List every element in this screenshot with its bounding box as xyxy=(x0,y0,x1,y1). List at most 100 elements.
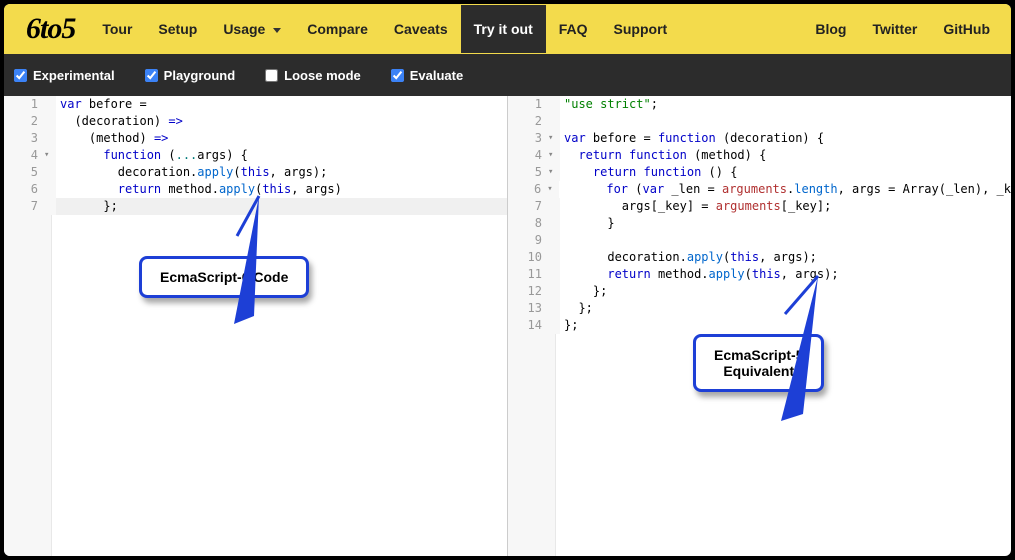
fold-toggle[interactable]: ▾ xyxy=(548,147,560,164)
line-number: 12 xyxy=(508,283,548,300)
line-number: 3 xyxy=(4,130,44,147)
nav-compare[interactable]: Compare xyxy=(294,5,381,53)
code-line[interactable]: 4▾ return function (method) { xyxy=(508,147,1011,164)
option-label: Experimental xyxy=(33,68,115,83)
output-pane[interactable]: 1"use strict";23▾var before = function (… xyxy=(507,96,1011,556)
code-text: return method.apply(this, args) xyxy=(56,181,507,198)
callout-label: Equivalent xyxy=(723,363,794,379)
fold-toggle xyxy=(548,283,560,300)
fold-toggle xyxy=(44,198,56,215)
fold-toggle[interactable]: ▾ xyxy=(548,164,560,181)
code-text xyxy=(560,232,1011,249)
nav-blog[interactable]: Blog xyxy=(802,5,859,53)
line-number: 5 xyxy=(508,164,548,181)
line-number: 5 xyxy=(4,164,44,181)
callout-label: EcmaScript-5 xyxy=(714,347,803,363)
nav-support[interactable]: Support xyxy=(601,5,681,53)
code-text xyxy=(560,113,1011,130)
fold-toggle xyxy=(548,96,560,113)
code-line[interactable]: 1var before = xyxy=(4,96,507,113)
code-text: decoration.apply(this, args); xyxy=(560,249,1011,266)
editor-panes: 1var before =2 (decoration) =>3 (method)… xyxy=(4,96,1011,556)
line-number: 14 xyxy=(508,317,548,334)
nav-usage[interactable]: Usage xyxy=(210,5,294,53)
code-line[interactable]: 2 xyxy=(508,113,1011,130)
line-number: 2 xyxy=(508,113,548,130)
line-number: 6 xyxy=(4,181,44,198)
code-text: function (...args) { xyxy=(56,147,507,164)
input-pane[interactable]: 1var before =2 (decoration) =>3 (method)… xyxy=(4,96,507,556)
code-text: (method) => xyxy=(56,130,507,147)
chevron-down-icon xyxy=(273,28,281,33)
callout-label: EcmaScript-6 Code xyxy=(160,269,288,285)
line-number: 4 xyxy=(508,147,548,164)
fold-toggle xyxy=(548,232,560,249)
code-line[interactable]: 5 decoration.apply(this, args); xyxy=(4,164,507,181)
option-experimental[interactable]: Experimental xyxy=(14,68,115,83)
line-number: 1 xyxy=(508,96,548,113)
fold-toggle xyxy=(548,266,560,283)
fold-toggle xyxy=(44,164,56,181)
fold-toggle xyxy=(44,130,56,147)
code-line[interactable]: 3 (method) => xyxy=(4,130,507,147)
line-number: 9 xyxy=(508,232,548,249)
code-line[interactable]: 3▾var before = function (decoration) { xyxy=(508,130,1011,147)
fold-toggle xyxy=(548,317,560,334)
option-evaluate[interactable]: Evaluate xyxy=(391,68,463,83)
line-number: 8 xyxy=(508,215,548,232)
line-number: 13 xyxy=(508,300,548,317)
code-text: decoration.apply(this, args); xyxy=(56,164,507,181)
code-line[interactable]: 9 xyxy=(508,232,1011,249)
code-line[interactable]: 8 } xyxy=(508,215,1011,232)
line-number: 11 xyxy=(508,266,548,283)
fold-toggle xyxy=(548,215,560,232)
code-line[interactable]: 5▾ return function () { xyxy=(508,164,1011,181)
code-text: args[_key] = arguments[_key]; xyxy=(560,198,1011,215)
fold-toggle xyxy=(548,300,560,317)
line-number: 3 xyxy=(508,130,548,147)
option-label: Playground xyxy=(164,68,236,83)
nav-github[interactable]: GitHub xyxy=(930,5,1003,53)
nav-twitter[interactable]: Twitter xyxy=(859,5,930,53)
line-number: 1 xyxy=(4,96,44,113)
fold-toggle xyxy=(548,249,560,266)
code-text: "use strict"; xyxy=(560,96,1011,113)
line-number: 2 xyxy=(4,113,44,130)
nav-faq[interactable]: FAQ xyxy=(546,5,601,53)
code-line[interactable]: 2 (decoration) => xyxy=(4,113,507,130)
code-text: } xyxy=(560,215,1011,232)
fold-toggle xyxy=(44,181,56,198)
checkbox-evaluate[interactable] xyxy=(391,69,404,82)
code-text: return function (method) { xyxy=(560,147,1011,164)
fold-toggle[interactable]: ▾ xyxy=(547,181,559,198)
fold-toggle[interactable]: ▾ xyxy=(44,147,56,164)
line-number: 6 xyxy=(508,181,547,198)
fold-toggle xyxy=(548,198,560,215)
nav-try-it-out[interactable]: Try it out xyxy=(461,5,546,53)
nav-caveats[interactable]: Caveats xyxy=(381,5,461,53)
code-line[interactable]: 10 decoration.apply(this, args); xyxy=(508,249,1011,266)
checkbox-loose-mode[interactable] xyxy=(265,69,278,82)
code-line[interactable]: 1 "use strict"; xyxy=(508,96,1011,113)
code-line[interactable]: 6▾ for (var _len = arguments.length, arg… xyxy=(508,181,1011,198)
checkbox-experimental[interactable] xyxy=(14,69,27,82)
code-text: var before = function (decoration) { xyxy=(560,130,1011,147)
callout-es6: EcmaScript-6 Code xyxy=(139,216,309,298)
code-text: return function () { xyxy=(560,164,1011,181)
options-toolbar: Experimental Playground Loose mode Evalu… xyxy=(4,54,1011,96)
option-loose-mode[interactable]: Loose mode xyxy=(265,68,361,83)
nav-tour[interactable]: Tour xyxy=(89,5,145,53)
code-line[interactable]: 7 args[_key] = arguments[_key]; xyxy=(508,198,1011,215)
logo[interactable]: 6to5 xyxy=(12,12,89,46)
line-number: 4 xyxy=(4,147,44,164)
nav-setup[interactable]: Setup xyxy=(145,5,210,53)
fold-toggle xyxy=(44,96,56,113)
fold-toggle[interactable]: ▾ xyxy=(548,130,560,147)
code-line[interactable]: 11 return method.apply(this, args); xyxy=(508,266,1011,283)
option-label: Loose mode xyxy=(284,68,361,83)
line-number: 7 xyxy=(508,198,548,215)
option-playground[interactable]: Playground xyxy=(145,68,236,83)
fold-toggle xyxy=(548,113,560,130)
code-line[interactable]: 4▾ function (...args) { xyxy=(4,147,507,164)
checkbox-playground[interactable] xyxy=(145,69,158,82)
